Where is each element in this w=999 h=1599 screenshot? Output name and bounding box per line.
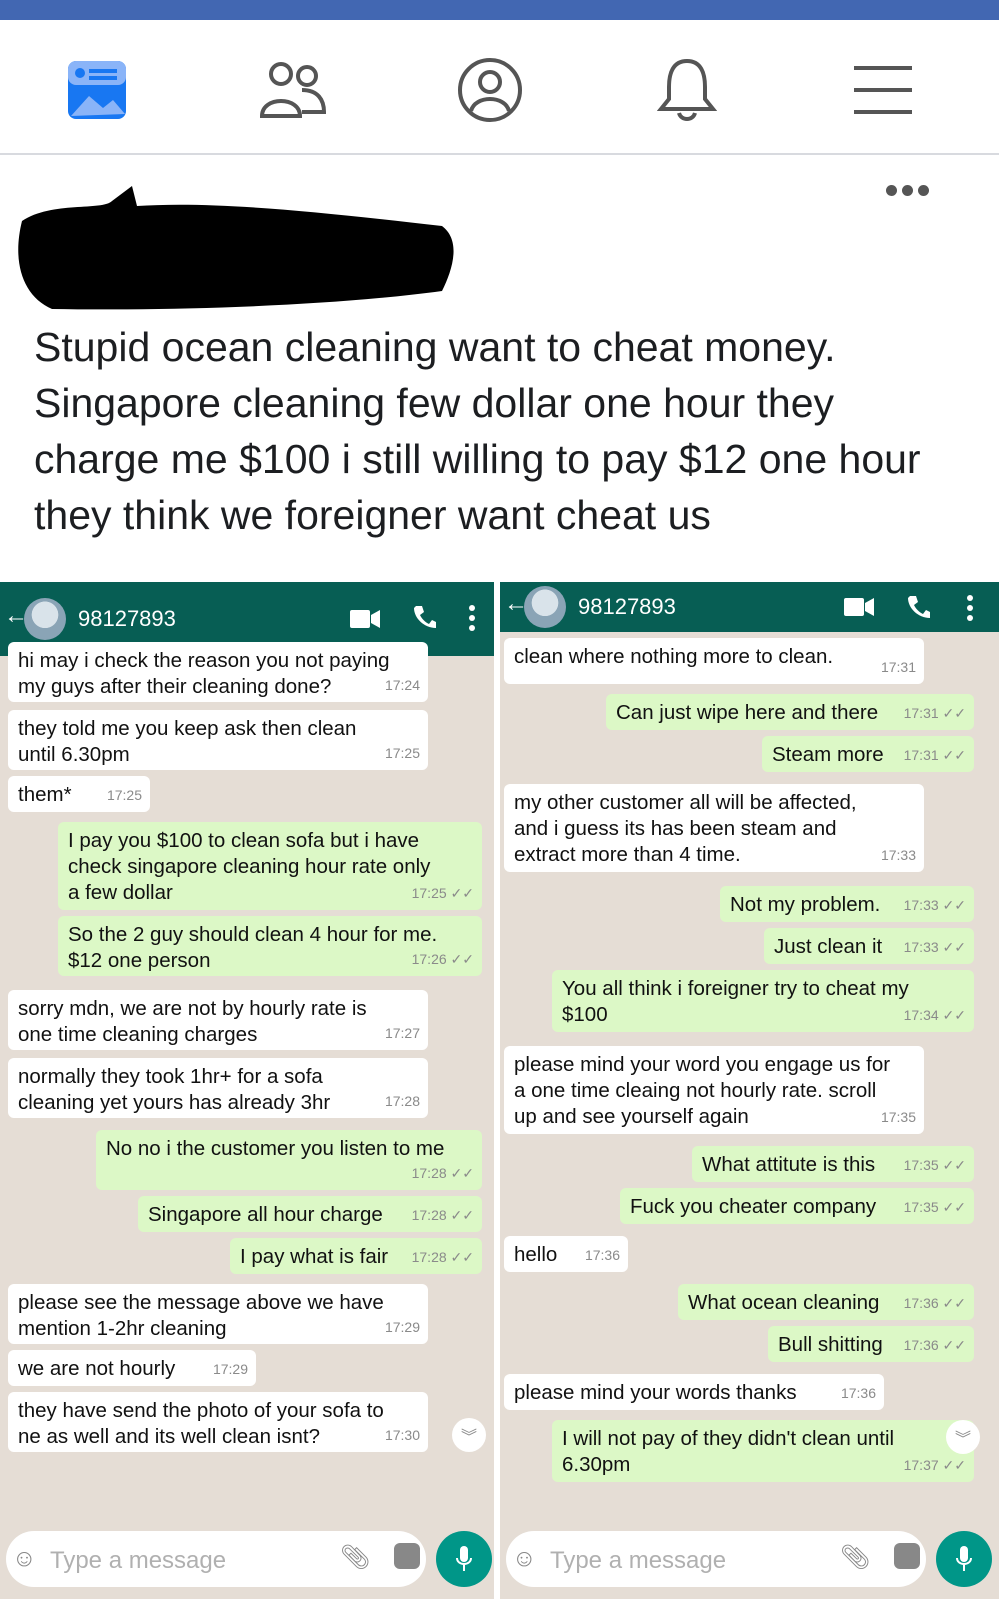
message-incoming: sorry mdn, we are not by hourly rate is … — [8, 990, 428, 1050]
message-placeholder: Type a message — [50, 1547, 227, 1574]
scroll-down-button[interactable]: ︾ — [452, 1418, 486, 1452]
message-outgoing: Bull shitting 17:36 ✓✓ — [768, 1326, 974, 1362]
camera-icon[interactable] — [394, 1543, 420, 1569]
message-outgoing: You all think i foreigner try to cheat m… — [552, 970, 974, 1032]
right-chat-screenshot: ← 98127893 clean where nothing more to c… — [500, 582, 999, 1599]
left-chat-screenshot: ← 98127893 hi may i check the reason you… — [0, 582, 494, 1599]
phone-call-icon[interactable] — [906, 594, 930, 620]
message-outgoing: No no i the customer you listen to me 17:… — [96, 1130, 482, 1190]
message-outgoing: Singapore all hour charge 17:28 ✓✓ — [138, 1196, 482, 1232]
post-text: Stupid ocean cleaning want to cheat mone… — [34, 324, 921, 538]
message-incoming: please see the message above we have men… — [8, 1284, 428, 1344]
attach-icon[interactable]: 📎︎ — [840, 1543, 870, 1572]
video-call-icon[interactable] — [350, 610, 380, 628]
message-outgoing: I will not pay of they didn't clean unti… — [552, 1420, 974, 1482]
message-incoming: my other customer all will be affected, … — [504, 784, 924, 872]
video-call-icon[interactable] — [844, 598, 874, 616]
chat-header: ← 98127893 — [500, 582, 999, 632]
message-outgoing: Can just wipe here and there 17:31 ✓✓ — [606, 694, 974, 730]
mic-button[interactable] — [436, 1531, 492, 1587]
message-input[interactable]: ☺ Type a message 📎︎ — [6, 1531, 426, 1587]
post-options-button[interactable] — [886, 185, 929, 196]
message-incoming: them* 17:25 — [8, 776, 150, 812]
message-incoming: hello 17:36 — [504, 1236, 628, 1272]
contact-name[interactable]: 98127893 — [578, 594, 676, 620]
message-outgoing: Just clean it 17:33 ✓✓ — [764, 928, 974, 964]
attach-icon[interactable]: 📎︎ — [340, 1543, 370, 1572]
facebook-nav-bar — [0, 20, 999, 155]
news-feed-icon[interactable] — [62, 55, 132, 125]
mic-button[interactable] — [936, 1531, 992, 1587]
phone-call-icon[interactable] — [412, 604, 436, 630]
message-outgoing: What attitute is this 17:35 ✓✓ — [692, 1146, 974, 1182]
avatar[interactable] — [24, 598, 66, 640]
message-incoming: please mind your word you engage us for … — [504, 1046, 924, 1134]
message-incoming: normally they took 1hr+ for a sofa clean… — [8, 1058, 428, 1118]
camera-icon[interactable] — [894, 1543, 920, 1569]
mic-icon — [456, 1546, 472, 1571]
scroll-down-button[interactable]: ︾ — [946, 1420, 980, 1454]
facebook-top-bar — [0, 0, 999, 20]
message-outgoing: So the 2 guy should clean 4 hour for me.… — [58, 916, 482, 976]
message-outgoing: Not my problem. 17:33 ✓✓ — [720, 886, 974, 922]
emoji-icon[interactable]: ☺ — [512, 1545, 537, 1573]
message-outgoing: Steam more 17:31 ✓✓ — [762, 736, 974, 772]
mic-icon — [956, 1546, 972, 1571]
message-incoming: they told me you keep ask then clean unt… — [8, 710, 428, 770]
profile-icon[interactable] — [455, 55, 525, 125]
menu-icon[interactable] — [848, 55, 918, 125]
message-composer: ☺ Type a message 📎︎ — [500, 1523, 999, 1599]
contact-name[interactable]: 98127893 — [78, 606, 176, 632]
message-incoming: hi may i check the reason you not paying… — [8, 642, 428, 702]
message-outgoing: Fuck you cheater company 17:35 ✓✓ — [620, 1188, 974, 1224]
notifications-icon[interactable] — [652, 55, 722, 125]
friends-icon[interactable] — [258, 55, 328, 125]
redacted-name-scribble — [18, 186, 454, 310]
message-incoming: please mind your words thanks 17:36 — [504, 1374, 884, 1410]
message-outgoing: I pay what is fair 17:28 ✓✓ — [230, 1238, 482, 1274]
more-options-icon[interactable] — [966, 594, 974, 622]
emoji-icon[interactable]: ☺ — [12, 1545, 37, 1573]
facebook-post: Stupid ocean cleaning want to cheat mone… — [0, 157, 999, 577]
message-outgoing: What ocean cleaning 17:36 ✓✓ — [678, 1284, 974, 1320]
message-incoming: clean where nothing more to clean. 17:31 — [504, 638, 924, 684]
message-outgoing: I pay you $100 to clean sofa but i have … — [58, 822, 482, 910]
message-incoming: we are not hourly 17:29 — [8, 1350, 256, 1386]
message-incoming: they have send the photo of your sofa to… — [8, 1392, 428, 1452]
message-composer: ☺ Type a message 📎︎ — [0, 1523, 494, 1599]
message-input[interactable]: ☺ Type a message 📎︎ — [506, 1531, 926, 1587]
message-placeholder: Type a message — [550, 1547, 727, 1574]
avatar[interactable] — [524, 586, 566, 628]
more-options-icon[interactable] — [468, 604, 476, 632]
